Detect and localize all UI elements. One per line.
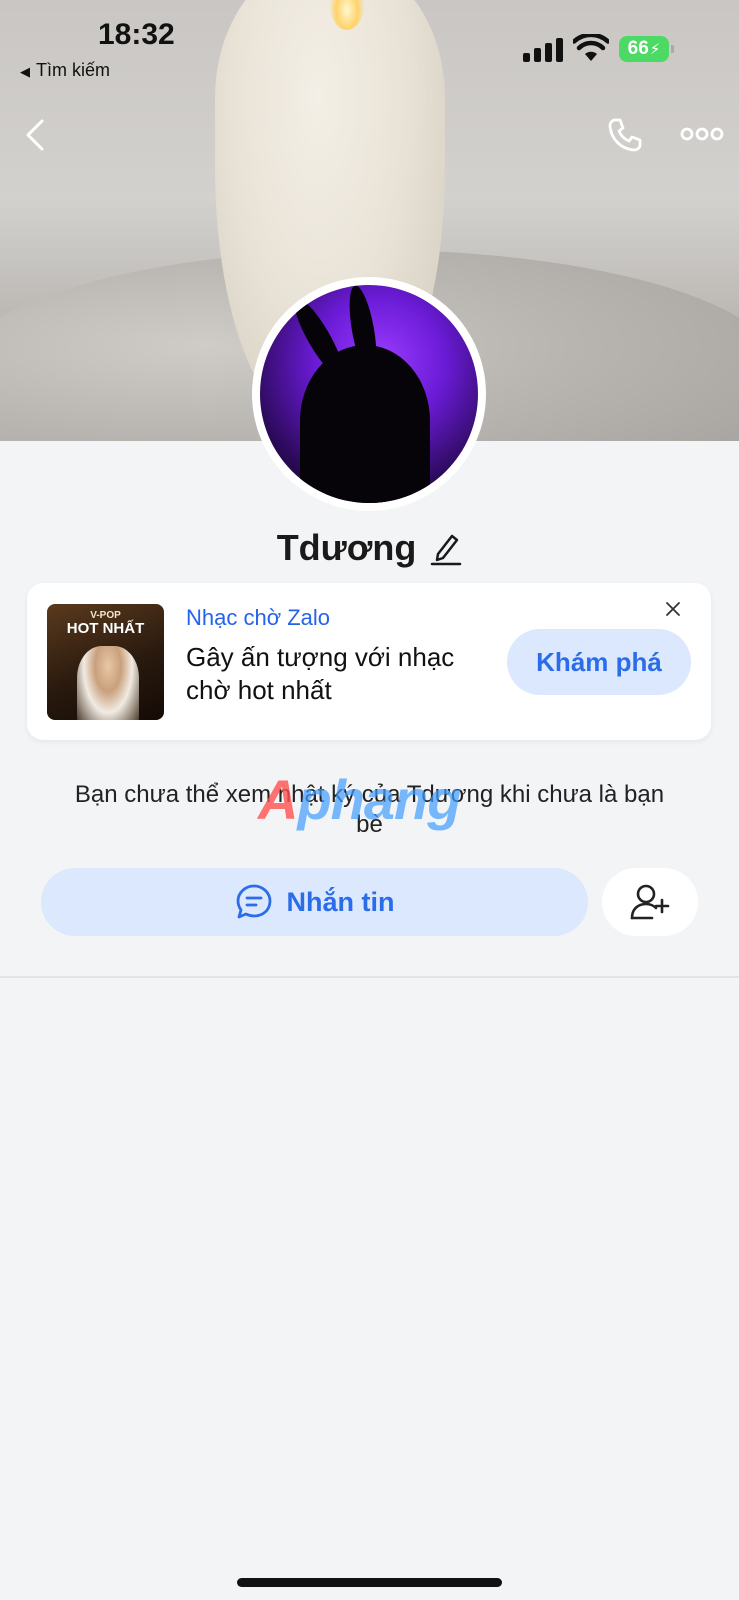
- profile-name-row: Tdương: [0, 523, 739, 573]
- wifi-icon: [573, 34, 609, 61]
- pencil-icon[interactable]: [430, 530, 462, 566]
- album-title: HOT NHẤT: [66, 620, 145, 637]
- avatar[interactable]: [252, 277, 486, 511]
- add-friend-button[interactable]: [602, 868, 698, 936]
- battery-indicator: 66 ⚡: [619, 36, 674, 62]
- album-cover: V-POP HOT NHẤT: [47, 604, 164, 720]
- watermark-first-letter: A: [258, 768, 298, 831]
- message-button[interactable]: Nhắn tin: [41, 868, 588, 936]
- avatar-silhouette: [300, 345, 430, 503]
- explore-button[interactable]: Khám phá: [507, 629, 691, 695]
- close-icon[interactable]: [663, 599, 683, 619]
- message-button-label: Nhắn tin: [286, 886, 395, 917]
- status-back-label: Tìm kiếm: [36, 60, 110, 80]
- phone-icon[interactable]: [606, 116, 644, 154]
- home-indicator[interactable]: [237, 1578, 502, 1587]
- battery-level: 66: [627, 38, 649, 59]
- watermark-logo: Aphang: [258, 770, 488, 830]
- status-back-link[interactable]: ◀ Tìm kiếm: [20, 60, 110, 81]
- chat-bubble-icon: [236, 884, 271, 919]
- album-artist-image: [77, 646, 139, 720]
- ringtone-promo-card[interactable]: V-POP HOT NHẤT Nhạc chờ Zalo Gây ấn tượn…: [27, 583, 711, 740]
- watermark-rest: phang: [297, 768, 461, 831]
- status-time: 18:32: [98, 18, 175, 51]
- promo-subtitle: Nhạc chờ Zalo: [186, 605, 331, 630]
- charging-bolt-icon: ⚡: [649, 41, 661, 58]
- back-triangle-icon: ◀: [20, 64, 30, 79]
- cellular-signal-icon: [523, 38, 563, 62]
- chevron-left-icon[interactable]: [24, 118, 46, 152]
- avatar-image: [260, 285, 478, 503]
- profile-name: Tdương: [276, 527, 417, 568]
- more-horizontal-icon[interactable]: [680, 126, 724, 142]
- promo-text: Gây ấn tượng với nhạc chờ hot nhất: [186, 642, 455, 705]
- add-user-icon: [630, 884, 670, 920]
- section-divider: [0, 976, 739, 978]
